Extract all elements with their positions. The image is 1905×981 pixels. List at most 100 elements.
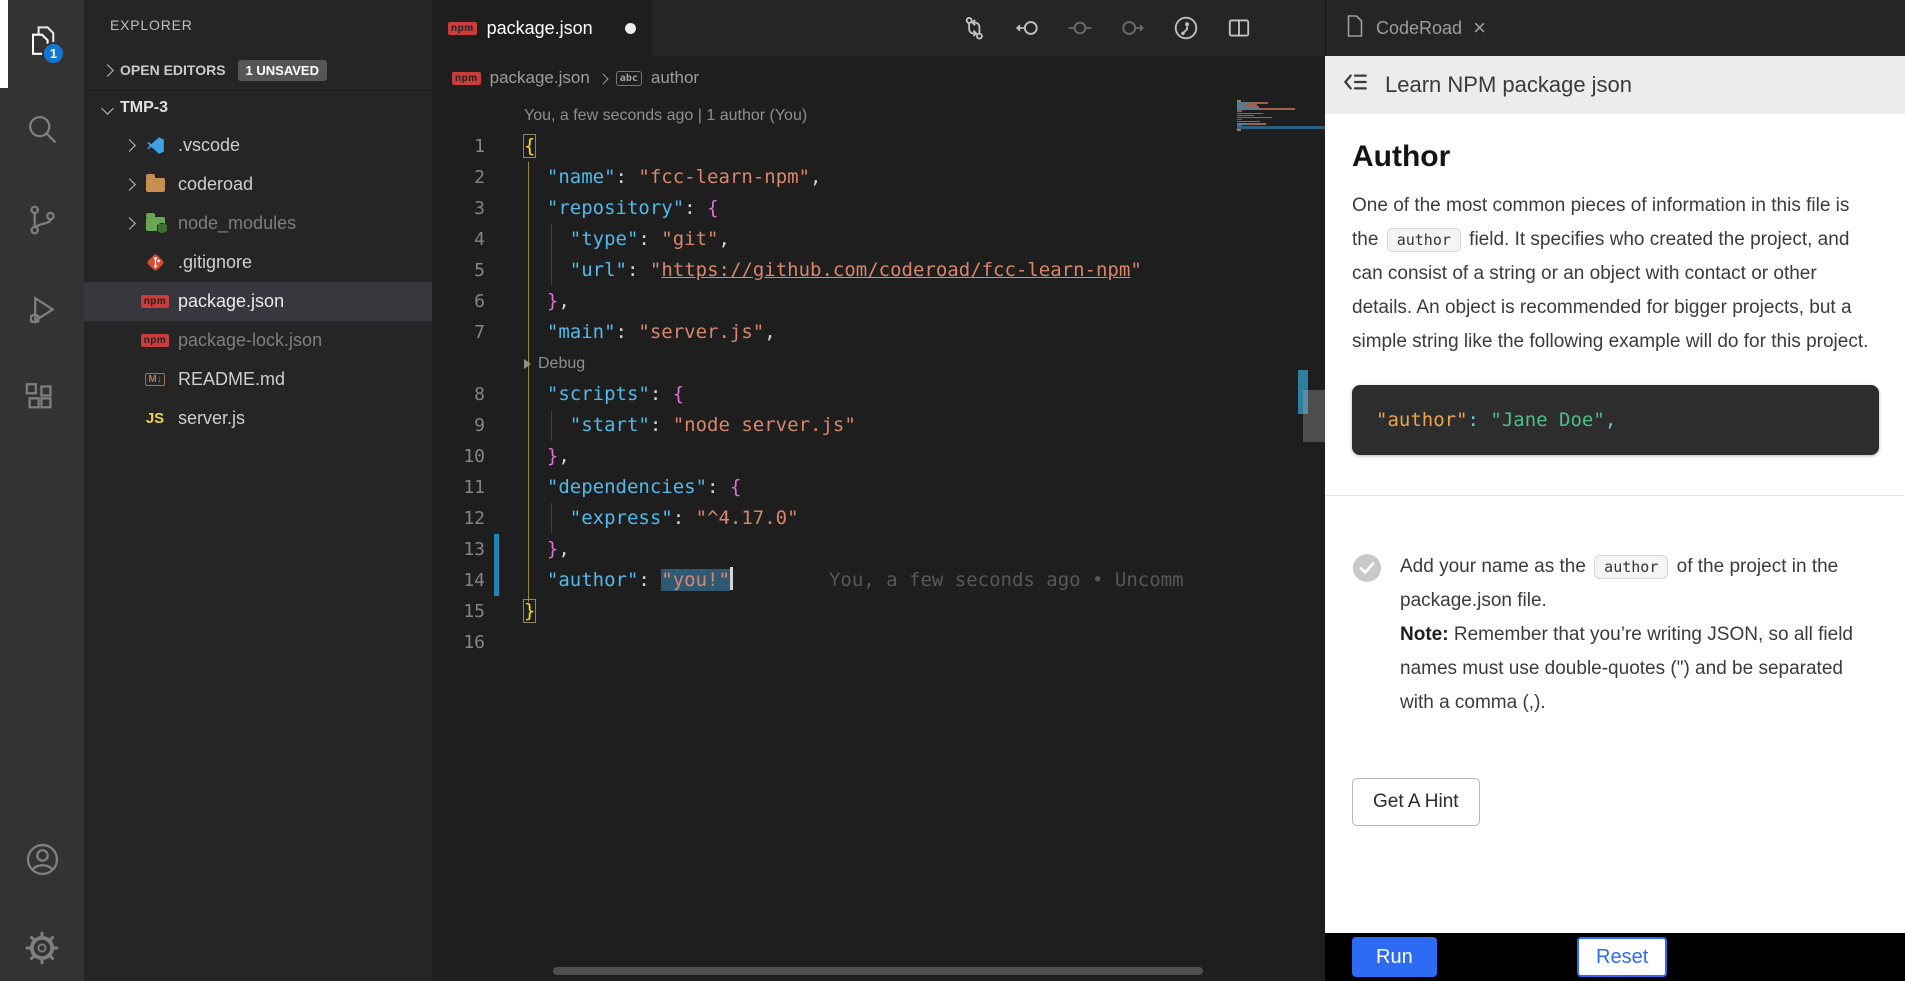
codelens-text[interactable]: Debug <box>524 348 585 379</box>
line-number: 1 <box>432 131 485 162</box>
breadcrumb[interactable]: npm package.json abc author <box>432 56 1325 100</box>
toggle-menu-icon[interactable] <box>1340 67 1370 103</box>
file-row-node_modules[interactable]: node_modules <box>84 204 432 243</box>
minimap-selection-highlight <box>1237 126 1325 129</box>
chevron-right-icon <box>599 68 607 88</box>
vscode-window: 1 <box>0 0 1905 981</box>
file-row-server.js[interactable]: JSserver.js <box>84 399 432 438</box>
codelens-text[interactable]: You, a few seconds ago | 1 author (You) <box>524 100 807 131</box>
code-line[interactable]: 9 "start": "node server.js" <box>432 410 1237 441</box>
tab-coderoad[interactable]: CodeRoad × <box>1326 0 1504 56</box>
abc-symbol-icon: abc <box>616 71 642 86</box>
file-row-package.json[interactable]: npm package.json <box>84 282 432 321</box>
code-line[interactable]: 7 "main": "server.js", <box>432 317 1237 348</box>
indent-guide <box>551 503 552 534</box>
file-row-.vscode[interactable]: .vscode <box>84 126 432 165</box>
tutorial-title: Learn NPM package json <box>1385 72 1632 98</box>
file-label: package.json <box>178 291 284 312</box>
tutorial-header: Learn NPM package json <box>1325 56 1905 114</box>
code-text: "author": "you!"You, a few seconds ago •… <box>524 565 1184 596</box>
breadcrumb-file[interactable]: package.json <box>490 68 590 88</box>
code-line[interactable]: 8 "scripts": { <box>432 379 1237 410</box>
line-number: 11 <box>432 472 485 503</box>
breadcrumb-symbol[interactable]: author <box>651 68 699 88</box>
npm-icon: npm <box>142 291 168 313</box>
modified-dot-icon[interactable] <box>625 23 636 34</box>
split-editor-icon[interactable] <box>1226 15 1252 41</box>
file-label: node_modules <box>178 213 296 234</box>
example-code-block: "author": "Jane Doe", <box>1352 385 1879 455</box>
code-text: "url": "https://github.com/coderoad/fcc-… <box>524 255 1142 286</box>
code-editor[interactable]: You, a few seconds ago | 1 author (You)1… <box>432 100 1237 720</box>
npm-icon: npm <box>142 330 168 352</box>
code-line[interactable]: 1{ <box>432 131 1237 162</box>
more-actions-icon[interactable] <box>384 11 412 39</box>
code-line[interactable]: 13 }, <box>432 534 1237 565</box>
activity-search[interactable] <box>0 88 84 176</box>
activity-run-debug[interactable] <box>0 268 84 356</box>
line-number: 3 <box>432 193 485 224</box>
navigate-back-icon[interactable] <box>1014 15 1040 41</box>
explorer-sidebar: EXPLORER OPEN EDITORS 1 UNSAVED TMP-3 .v… <box>84 0 432 981</box>
file-row-.gitignore[interactable]: .gitignore <box>84 243 432 282</box>
code-text: "start": "node server.js" <box>524 410 856 441</box>
activity-extensions[interactable] <box>0 358 84 446</box>
line-number: 4 <box>432 224 485 255</box>
bracket-guide <box>528 162 529 602</box>
code-line[interactable]: 12 "express": "^4.17.0" <box>432 503 1237 534</box>
more-actions-icon[interactable] <box>1863 19 1905 37</box>
code-text: "name": "fcc-learn-npm", <box>524 162 821 193</box>
reset-button[interactable]: Reset <box>1577 937 1667 977</box>
close-icon[interactable]: × <box>1473 17 1486 39</box>
inline-code-chip: author <box>1594 555 1668 579</box>
minimap-line <box>1237 108 1295 110</box>
account-icon <box>24 841 61 883</box>
line-number: 6 <box>432 286 485 317</box>
js-icon: JS <box>142 408 168 430</box>
run-debug-icon <box>24 292 60 333</box>
panel-tab-bar: CodeRoad × <box>1325 0 1905 56</box>
minimap-line <box>1237 117 1272 119</box>
activity-source-control[interactable] <box>0 178 84 266</box>
horizontal-scrollbar[interactable] <box>553 967 1203 975</box>
file-row-coderoad[interactable]: coderoad <box>84 165 432 204</box>
code-line[interactable]: 4 "type": "git", <box>432 224 1237 255</box>
code-line[interactable]: 6 }, <box>432 286 1237 317</box>
vscode-icon <box>142 135 168 157</box>
task-check-icon <box>1352 553 1382 720</box>
more-actions-icon[interactable] <box>1279 15 1305 41</box>
codelens-blame[interactable]: You, a few seconds ago | 1 author (You) <box>432 100 1237 131</box>
code-line[interactable]: 2 "name": "fcc-learn-npm", <box>432 162 1237 193</box>
code-line[interactable]: 16 <box>432 627 1237 658</box>
code-text: }, <box>524 441 570 472</box>
chevron-down-icon <box>94 104 120 113</box>
tab-package-json[interactable]: npm package.json <box>432 0 652 56</box>
code-line[interactable]: 14 "author": "you!"You, a few seconds ag… <box>432 565 1237 596</box>
vertical-scrollbar-thumb[interactable] <box>1303 390 1325 442</box>
get-hint-button[interactable]: Get A Hint <box>1352 778 1480 826</box>
file-row-README.md[interactable]: M↓README.md <box>84 360 432 399</box>
code-line[interactable]: 11 "dependencies": { <box>432 472 1237 503</box>
line-number: 13 <box>432 534 485 565</box>
folder-root[interactable]: TMP-3 <box>84 90 432 126</box>
code-line[interactable]: 10 }, <box>432 441 1237 472</box>
open-changes-icon[interactable] <box>961 15 987 41</box>
line-number: 12 <box>432 503 485 534</box>
code-line[interactable]: 3 "repository": { <box>432 193 1237 224</box>
next-change-icon[interactable] <box>1120 15 1146 41</box>
editor-tab-bar: npm package.json <box>432 0 1325 56</box>
chevron-right-icon <box>94 66 120 75</box>
node-folder-icon <box>142 213 168 235</box>
activity-explorer[interactable]: 1 <box>0 0 84 88</box>
file-row-package-lock.json[interactable]: npmpackage-lock.json <box>84 321 432 360</box>
run-button[interactable]: Run <box>1352 937 1437 977</box>
code-line[interactable]: 15} <box>432 596 1237 627</box>
open-editors-section[interactable]: OPEN EDITORS 1 UNSAVED <box>84 50 432 90</box>
account-button[interactable] <box>0 818 84 906</box>
code-line[interactable]: 5 "url": "https://github.com/coderoad/fc… <box>432 255 1237 286</box>
previous-change-icon[interactable] <box>1067 15 1093 41</box>
settings-button[interactable] <box>0 906 84 981</box>
timeline-icon[interactable] <box>1173 15 1199 41</box>
codelens-debug[interactable]: Debug <box>432 348 1237 379</box>
file-tree: .vscodecoderoadnode_modules.gitignorenpm… <box>84 126 432 438</box>
